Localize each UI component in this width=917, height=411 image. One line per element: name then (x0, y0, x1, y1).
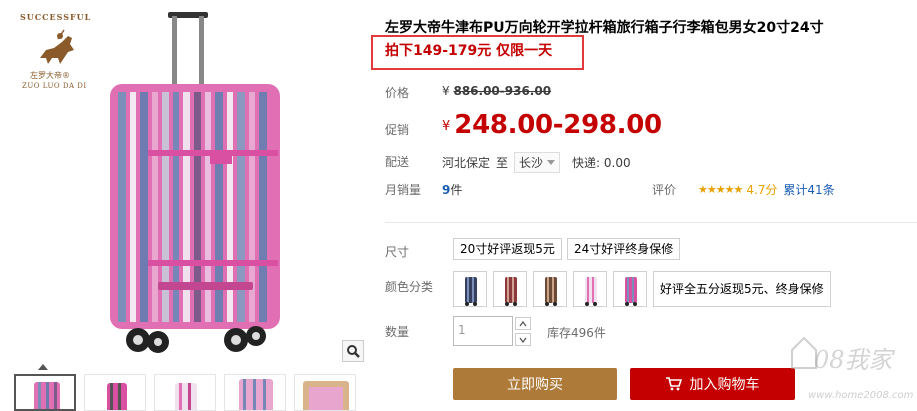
orig-price-value: 886.00-936.00 (453, 84, 552, 98)
section-divider (385, 222, 917, 223)
thumbnail-4[interactable] (224, 374, 286, 411)
sale-currency: ¥ (442, 119, 451, 134)
monthly-sales-unit: 件 (450, 183, 463, 197)
rating-stars-icon: ★★★★★ (698, 183, 743, 196)
rating-score: 4.7分 (746, 183, 778, 197)
horse-rider-icon (40, 29, 74, 64)
price-panel: 价格 ¥ 886.00-936.00 促销 ¥248.00-298.00 配送 … (377, 76, 917, 212)
orig-price-label: 价格 (385, 86, 410, 100)
monthly-sales: 9件 (442, 181, 462, 198)
orig-currency: ¥ (442, 84, 450, 98)
product-title: 左罗大帝牛津布PU万向轮开学拉杆箱旅行箱子行李箱包男女20寸24寸 (385, 20, 824, 36)
chevron-up-icon (519, 320, 527, 326)
sale-price: ¥248.00-298.00 (442, 110, 662, 140)
cart-icon (665, 377, 682, 391)
size-option-24[interactable]: 24寸好评终身保修 (567, 238, 681, 260)
orig-price: ¥ 886.00-936.00 (442, 84, 551, 98)
brand-cn-name: 左罗大帝® (30, 71, 70, 80)
color-swatch-pink-white[interactable] (573, 271, 607, 307)
watermark-url: www.home2008.com (808, 390, 914, 401)
buy-now-button[interactable]: 立即购买 (453, 368, 617, 400)
color-swatch-navy[interactable] (453, 271, 487, 307)
chevron-down-icon (519, 337, 527, 343)
watermark-text: 08我家 (814, 346, 893, 374)
shipping-label: 配送 (385, 155, 410, 169)
watermark: 08我家 www.home2008.com (790, 332, 917, 411)
color-swatch-pink-stripe[interactable] (613, 271, 647, 307)
zoom-button[interactable] (342, 340, 364, 362)
qty-decrease-button[interactable] (515, 333, 531, 346)
color-option-note[interactable]: 好评全五分返现5元、终身保修 (653, 271, 831, 307)
promo-text: 拍下149-179元 仅限一天 (385, 43, 553, 59)
ship-from: 河北保定 (442, 156, 491, 170)
thumbnail-1[interactable] (14, 374, 76, 411)
product-gallery: SUCCESSFUL 左罗大帝® ZUO LUO DA DI (0, 0, 372, 411)
monthly-sales-label: 月销量 (385, 183, 422, 197)
shipping-row: 河北保定 至 长沙 快递: 0.00 (442, 152, 631, 173)
color-swatch-red[interactable] (493, 271, 527, 307)
magnifier-icon (347, 345, 360, 358)
qty-input[interactable]: 1 (453, 316, 513, 346)
thumbnail-5[interactable] (294, 374, 356, 411)
destination-select[interactable]: 长沙 (514, 152, 561, 173)
rating-row: 评价 ★★★★★ 4.7分 累计41条 (652, 181, 835, 198)
rating-label: 评价 (652, 183, 677, 197)
color-label: 颜色分类 (385, 280, 434, 294)
brand-en-name: ZUO LUO DA DI (22, 82, 87, 90)
destination-value: 长沙 (519, 156, 544, 170)
stock-count: 库存496件 (547, 326, 606, 340)
thumbnail-3[interactable] (154, 374, 216, 411)
size-label: 尺寸 (385, 245, 410, 259)
sale-price-label: 促销 (385, 123, 410, 137)
ship-fee: 快递: 0.00 (572, 156, 631, 170)
qty-label: 数量 (385, 325, 410, 339)
chevron-down-icon (547, 159, 556, 165)
thumb-active-indicator (38, 364, 48, 370)
sale-price-value: 248.00-298.00 (454, 110, 662, 140)
ship-to-word: 至 (496, 156, 509, 170)
main-product-image (110, 12, 280, 353)
review-count-link[interactable]: 累计41条 (783, 181, 834, 198)
qty-increase-button[interactable] (515, 317, 531, 330)
thumbnail-strip (14, 374, 369, 411)
add-to-cart-button[interactable]: 加入购物车 (630, 368, 795, 400)
size-option-20[interactable]: 20寸好评返现5元 (453, 238, 562, 260)
brand-arc-text: SUCCESSFUL (20, 12, 92, 22)
brand-logo: SUCCESSFUL 左罗大帝® ZUO LUO DA DI (12, 10, 102, 90)
color-swatch-brown[interactable] (533, 271, 567, 307)
buy-now-label: 立即购买 (507, 377, 563, 393)
thumbnail-2[interactable] (84, 374, 146, 411)
add-cart-label: 加入购物车 (689, 377, 760, 393)
